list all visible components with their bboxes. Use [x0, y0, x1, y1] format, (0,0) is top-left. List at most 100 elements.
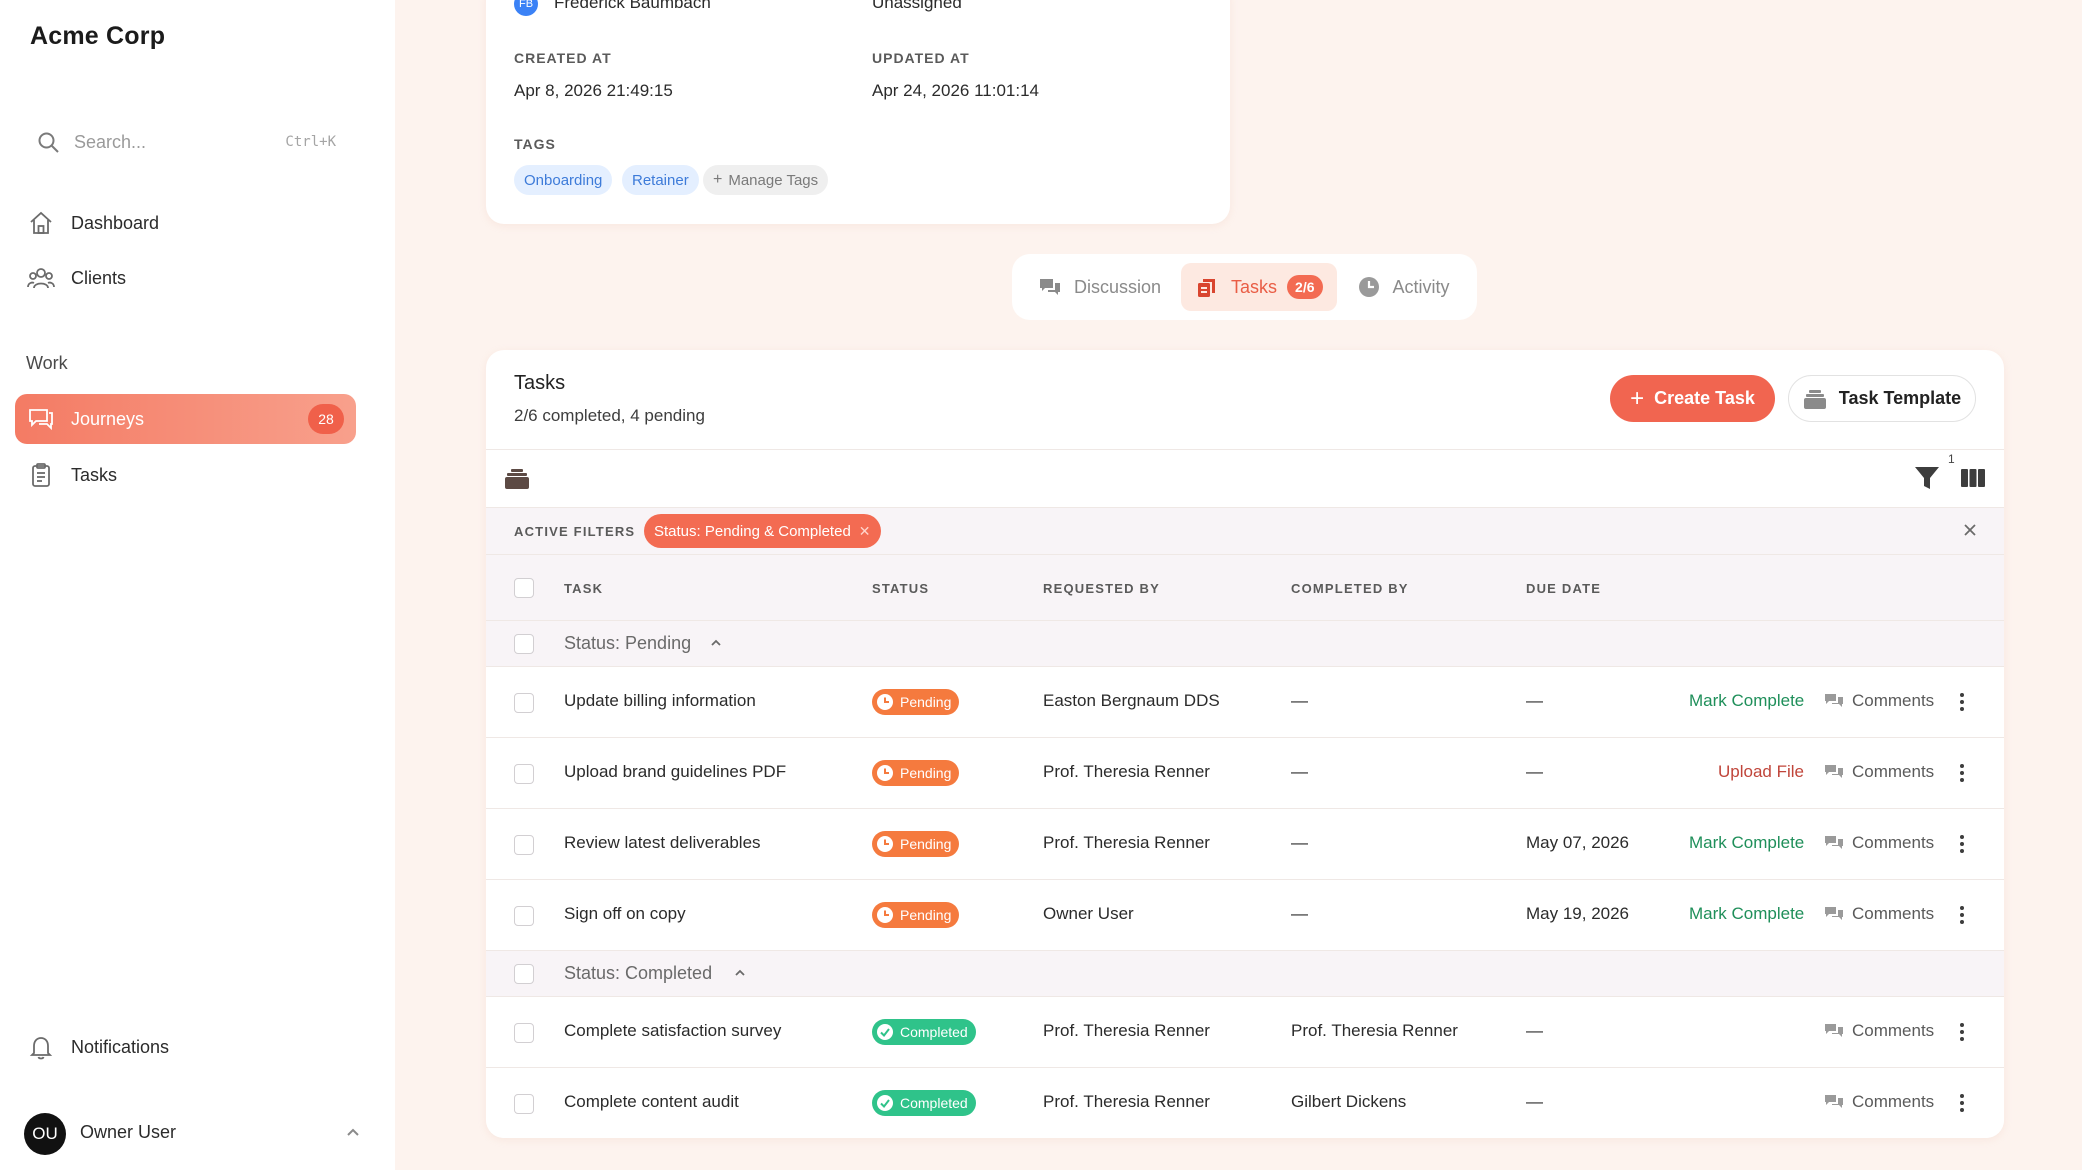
tag-chip[interactable]: Retainer [622, 165, 699, 195]
columns-icon[interactable] [1960, 467, 1986, 489]
row-checkbox[interactable] [514, 764, 534, 784]
avatar[interactable]: OU [24, 1113, 66, 1155]
tab-tasks[interactable]: Tasks 2/6 [1181, 263, 1337, 311]
more-options-icon[interactable] [1956, 1021, 1968, 1043]
upload-file-button[interactable]: Upload File [1718, 762, 1804, 782]
table-row[interactable]: Complete satisfaction survey Completed P… [486, 997, 2004, 1068]
comments-icon [1825, 1095, 1843, 1108]
sidebar-item-label: Dashboard [71, 212, 160, 233]
sidebar-item-tasks[interactable]: Tasks [15, 450, 356, 500]
comments-button[interactable]: Comments [1824, 1092, 1934, 1112]
comments-icon [1825, 1024, 1843, 1037]
comments-button[interactable]: Comments [1824, 833, 1934, 853]
comments-button[interactable]: Comments [1824, 904, 1934, 924]
assignee-name: Frederick Baumbach [554, 0, 711, 12]
comments-label: Comments [1852, 904, 1935, 923]
status-badge: Completed [872, 1019, 976, 1045]
active-filters-label: ACTIVE FILTERS [514, 524, 636, 539]
row-checkbox[interactable] [514, 835, 534, 855]
group-checkbox[interactable] [514, 964, 534, 984]
group-header-completed[interactable]: Status: Completed [486, 951, 2004, 997]
active-filters-bar: ACTIVE FILTERS Status: Pending & Complet… [486, 507, 2004, 555]
discussion-icon [1040, 279, 1060, 295]
clear-filters-icon[interactable] [1960, 520, 1980, 540]
status-label: Pending [900, 907, 952, 923]
check-circle-icon [877, 1095, 893, 1111]
sidebar: Acme Corp Search... Ctrl+K Dashboard Cli… [0, 0, 395, 1170]
tab-discussion[interactable]: Discussion [1024, 263, 1175, 311]
due-date: — [1526, 1021, 1543, 1040]
chevron-up-icon[interactable] [343, 1122, 363, 1142]
column-header-status[interactable]: STATUS [872, 581, 929, 596]
group-checkbox[interactable] [514, 634, 534, 654]
comments-label: Comments [1852, 762, 1935, 781]
table-row[interactable]: Complete content audit Completed Prof. T… [486, 1068, 2004, 1138]
mark-complete-button[interactable]: Mark Complete [1689, 833, 1804, 853]
user-name[interactable]: Owner User [80, 1122, 176, 1143]
comments-button[interactable]: Comments [1824, 1021, 1934, 1041]
task-name[interactable]: Complete satisfaction survey [564, 1021, 781, 1041]
table-row[interactable]: Upload brand guidelines PDF Pending Prof… [486, 738, 2004, 809]
sidebar-item-label: Journeys [71, 408, 145, 429]
more-options-icon[interactable] [1956, 762, 1968, 784]
table-row[interactable]: Review latest deliverables Pending Prof.… [486, 809, 2004, 880]
select-all-checkbox[interactable] [514, 578, 534, 598]
search-placeholder: Search... [74, 131, 147, 152]
row-checkbox[interactable] [514, 1023, 534, 1043]
task-name[interactable]: Complete content audit [564, 1092, 739, 1112]
due-date: — [1526, 1092, 1543, 1111]
sidebar-item-dashboard[interactable]: Dashboard [15, 198, 356, 248]
task-name[interactable]: Update billing information [564, 691, 756, 711]
column-header-due-date[interactable]: DUE DATE [1526, 581, 1601, 596]
table-row[interactable]: Update billing information Pending Easto… [486, 667, 2004, 738]
requested-by: Prof. Theresia Renner [1043, 833, 1210, 852]
manage-tags-button[interactable]: + Manage Tags [703, 165, 829, 195]
group-by-icon[interactable] [504, 466, 530, 490]
remove-filter-icon[interactable]: ✕ [859, 523, 871, 540]
active-filter-chip[interactable]: Status: Pending & Completed ✕ [644, 514, 881, 548]
more-options-icon[interactable] [1956, 1092, 1968, 1114]
status-label: Completed [900, 1024, 968, 1040]
more-options-icon[interactable] [1956, 691, 1968, 713]
requested-by: Prof. Theresia Renner [1043, 1021, 1210, 1040]
tasks-progress-badge: 2/6 [1287, 275, 1323, 299]
chevron-up-icon[interactable] [732, 965, 748, 981]
chevron-up-icon[interactable] [708, 635, 724, 651]
mark-complete-button[interactable]: Mark Complete [1689, 904, 1804, 924]
column-header-requested-by[interactable]: REQUESTED BY [1043, 581, 1160, 596]
status-badge: Pending [872, 902, 960, 928]
table-row[interactable]: Sign off on copy Pending Owner User — Ma… [486, 880, 2004, 951]
column-header-completed-by[interactable]: COMPLETED BY [1291, 581, 1409, 596]
assigned-to-value: Unassigned [872, 0, 962, 12]
tab-activity[interactable]: Activity [1343, 263, 1464, 311]
comments-button[interactable]: Comments [1824, 691, 1934, 711]
create-task-button[interactable]: + Create Task [1610, 375, 1775, 422]
filter-chip-label: Status: Pending & Completed [654, 522, 851, 540]
more-options-icon[interactable] [1956, 833, 1968, 855]
group-header-pending[interactable]: Status: Pending [486, 621, 2004, 667]
row-checkbox[interactable] [514, 693, 534, 713]
comments-button[interactable]: Comments [1824, 762, 1934, 782]
comments-icon [1825, 836, 1843, 849]
tasks-icon [1198, 279, 1216, 297]
sidebar-item-journeys[interactable]: Journeys 28 [15, 394, 356, 444]
updated-at-value: Apr 24, 2026 11:01:14 [872, 81, 1039, 100]
group-label: Status: Completed [564, 963, 713, 983]
mark-complete-button[interactable]: Mark Complete [1689, 691, 1804, 711]
task-name[interactable]: Review latest deliverables [564, 833, 761, 853]
clipboard-icon [32, 463, 50, 487]
search-box[interactable]: Search... Ctrl+K [24, 120, 348, 164]
clock-icon [877, 694, 893, 710]
row-checkbox[interactable] [514, 1094, 534, 1114]
task-name[interactable]: Sign off on copy [564, 904, 686, 924]
task-name[interactable]: Upload brand guidelines PDF [564, 762, 786, 782]
row-checkbox[interactable] [514, 906, 534, 926]
clock-icon [877, 765, 893, 781]
more-options-icon[interactable] [1956, 904, 1968, 926]
sidebar-item-notifications[interactable]: Notifications [15, 1022, 356, 1072]
sidebar-item-clients[interactable]: Clients [15, 253, 356, 303]
column-header-task[interactable]: TASK [564, 581, 603, 596]
task-template-button[interactable]: Task Template [1788, 375, 1976, 422]
filter-icon[interactable] [1914, 464, 1940, 492]
tag-chip[interactable]: Onboarding [514, 165, 613, 195]
